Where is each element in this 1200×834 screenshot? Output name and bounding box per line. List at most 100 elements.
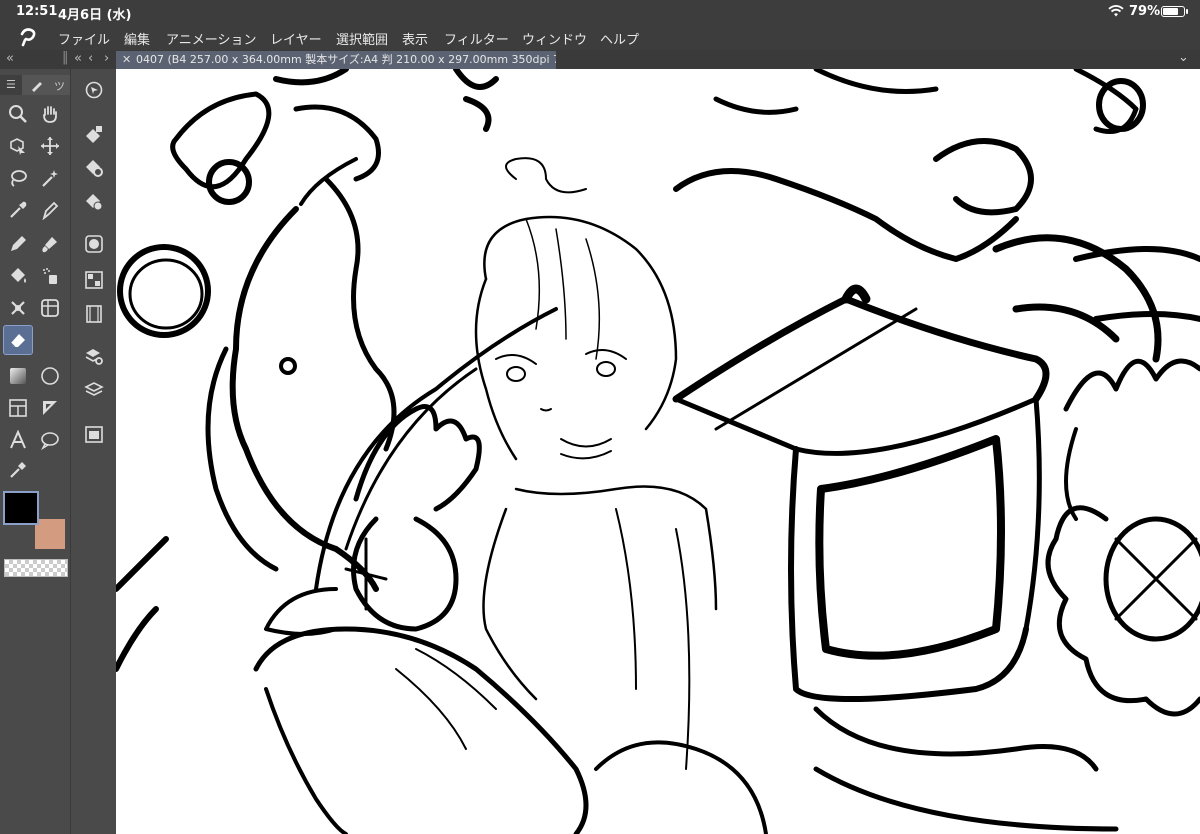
airbrush-icon	[43, 268, 57, 284]
hand-icon	[43, 106, 57, 123]
command-strip	[70, 69, 117, 834]
layer-stack-gear-icon	[85, 349, 103, 365]
status-date: 4月6日 (水)	[58, 8, 132, 23]
object-select-icon	[10, 138, 25, 155]
collapse-left-icon[interactable]: «	[6, 51, 14, 66]
film-strip-icon	[86, 305, 102, 323]
material-circle-icon	[85, 235, 103, 253]
clear-layer-icon	[86, 126, 102, 143]
menu-window[interactable]: ウィンドウ	[522, 29, 587, 48]
ruler-icon	[43, 401, 57, 415]
status-time: 12:51	[16, 4, 58, 19]
layer-eraser-button[interactable]	[79, 119, 109, 149]
menu-view[interactable]: 表示	[402, 29, 428, 48]
panel-frame-icon	[9, 399, 27, 417]
fill-tool[interactable]	[3, 261, 33, 291]
blend-icon	[11, 301, 25, 315]
pen-nib-icon	[42, 201, 59, 220]
pen-tab-icon	[32, 82, 42, 92]
text-a-icon	[10, 430, 26, 449]
navigator-button[interactable]	[79, 75, 109, 105]
move-layer-tool[interactable]	[35, 131, 65, 161]
menu-layer[interactable]: レイヤー	[270, 29, 322, 48]
ruler-tool[interactable]	[35, 393, 65, 423]
brush-icon	[42, 237, 57, 253]
menu-selection[interactable]: 選択範囲	[336, 29, 388, 48]
magnifier-icon	[9, 105, 27, 123]
frame-border-tool[interactable]	[35, 293, 65, 323]
brush-tool[interactable]	[35, 229, 65, 259]
eyedropper-tool[interactable]	[3, 195, 33, 225]
gradient-icon	[10, 368, 26, 384]
eraser-icon	[10, 334, 25, 348]
timeline-button[interactable]	[79, 299, 109, 329]
tool-panel-tabs: ☰ ツ	[0, 75, 70, 95]
object-tool[interactable]	[3, 131, 33, 161]
blend-tool[interactable]	[3, 293, 33, 323]
menu-animation[interactable]: アニメーション	[166, 29, 256, 48]
gradient-tool[interactable]	[3, 361, 33, 391]
magic-wand-tool[interactable]	[35, 163, 65, 193]
drawing-canvas[interactable]	[116, 69, 1200, 834]
sketch-artwork	[116, 69, 1200, 834]
status-bar: 12:51 4月6日 (水) 79%	[0, 0, 1200, 24]
sub-tool-tab-icon[interactable]: ツ	[54, 78, 65, 94]
layer-color-icon	[86, 194, 103, 211]
folder-image-icon	[85, 426, 103, 443]
move-arrows-icon	[41, 137, 59, 155]
collapse-left-icon-2[interactable]: «	[74, 51, 82, 66]
navigator-icon	[85, 81, 103, 99]
image-material-button[interactable]	[79, 419, 109, 449]
main-color-swatch[interactable]	[3, 491, 39, 525]
figure-tool[interactable]	[35, 361, 65, 391]
transparent-color-swatch[interactable]	[4, 559, 68, 577]
speech-balloon-icon	[41, 432, 59, 450]
checker-grid-icon	[85, 271, 103, 289]
text-tool[interactable]	[3, 425, 33, 455]
battery-icon	[1161, 6, 1188, 17]
menu-filter[interactable]: フィルター	[444, 29, 509, 48]
document-tab[interactable]: ✕ 0407 (B4 257.00 x 364.00mm 製本サイズ:A4 判 …	[116, 51, 556, 69]
prev-tab-icon[interactable]: ‹	[88, 51, 93, 66]
menu-help[interactable]: ヘルプ	[600, 29, 639, 48]
chevron-down-icon[interactable]: ⌄	[1178, 50, 1189, 65]
layer-color-button[interactable]	[79, 187, 109, 217]
tool-panel: ☰ ツ	[0, 69, 70, 834]
menu-bar: ファイル 編集 アニメーション レイヤー 選択範囲 表示 フィルター ウィンドウ…	[0, 24, 1200, 50]
eraser-tool[interactable]	[3, 325, 33, 355]
airbrush-tool[interactable]	[35, 261, 65, 291]
paint-bucket-icon	[11, 268, 26, 283]
correct-line-tool[interactable]	[3, 455, 33, 485]
menu-edit[interactable]: 編集	[124, 29, 150, 48]
document-title: 0407 (B4 257.00 x 364.00mm 製本サイズ:A4 判 21…	[136, 53, 556, 66]
close-tab-icon[interactable]: ✕	[122, 51, 131, 68]
layer-property-button[interactable]	[79, 341, 109, 371]
pencil-tool[interactable]	[3, 229, 33, 259]
menu-file[interactable]: ファイル	[58, 29, 110, 48]
circle-icon	[41, 367, 59, 385]
sub-view-button[interactable]	[79, 265, 109, 295]
clip-studio-logo-icon[interactable]	[17, 26, 39, 48]
layer-settings-button[interactable]	[79, 153, 109, 183]
layer-gear-icon	[86, 160, 103, 177]
pencil-icon	[11, 236, 26, 251]
layer-panel-button[interactable]	[79, 375, 109, 405]
battery-percent: 79%	[1129, 4, 1161, 19]
hand-tool[interactable]	[35, 99, 65, 129]
material-button[interactable]	[79, 229, 109, 259]
next-tab-icon[interactable]: ›	[104, 51, 109, 66]
wifi-icon	[1108, 5, 1124, 17]
lasso-icon	[11, 170, 27, 187]
frame-tool[interactable]	[3, 393, 33, 423]
panel-divider: ‖	[62, 50, 69, 65]
balloon-tool[interactable]	[35, 425, 65, 455]
panel-menu-icon[interactable]: ☰	[6, 78, 16, 91]
pen-tool[interactable]	[35, 195, 65, 225]
eyedropper-icon	[10, 201, 27, 218]
correct-line-icon	[10, 462, 26, 478]
layers-icon	[84, 382, 104, 396]
magic-wand-icon	[42, 170, 58, 187]
battery-level	[1163, 8, 1178, 15]
lasso-tool[interactable]	[3, 163, 33, 193]
zoom-tool[interactable]	[3, 99, 33, 129]
